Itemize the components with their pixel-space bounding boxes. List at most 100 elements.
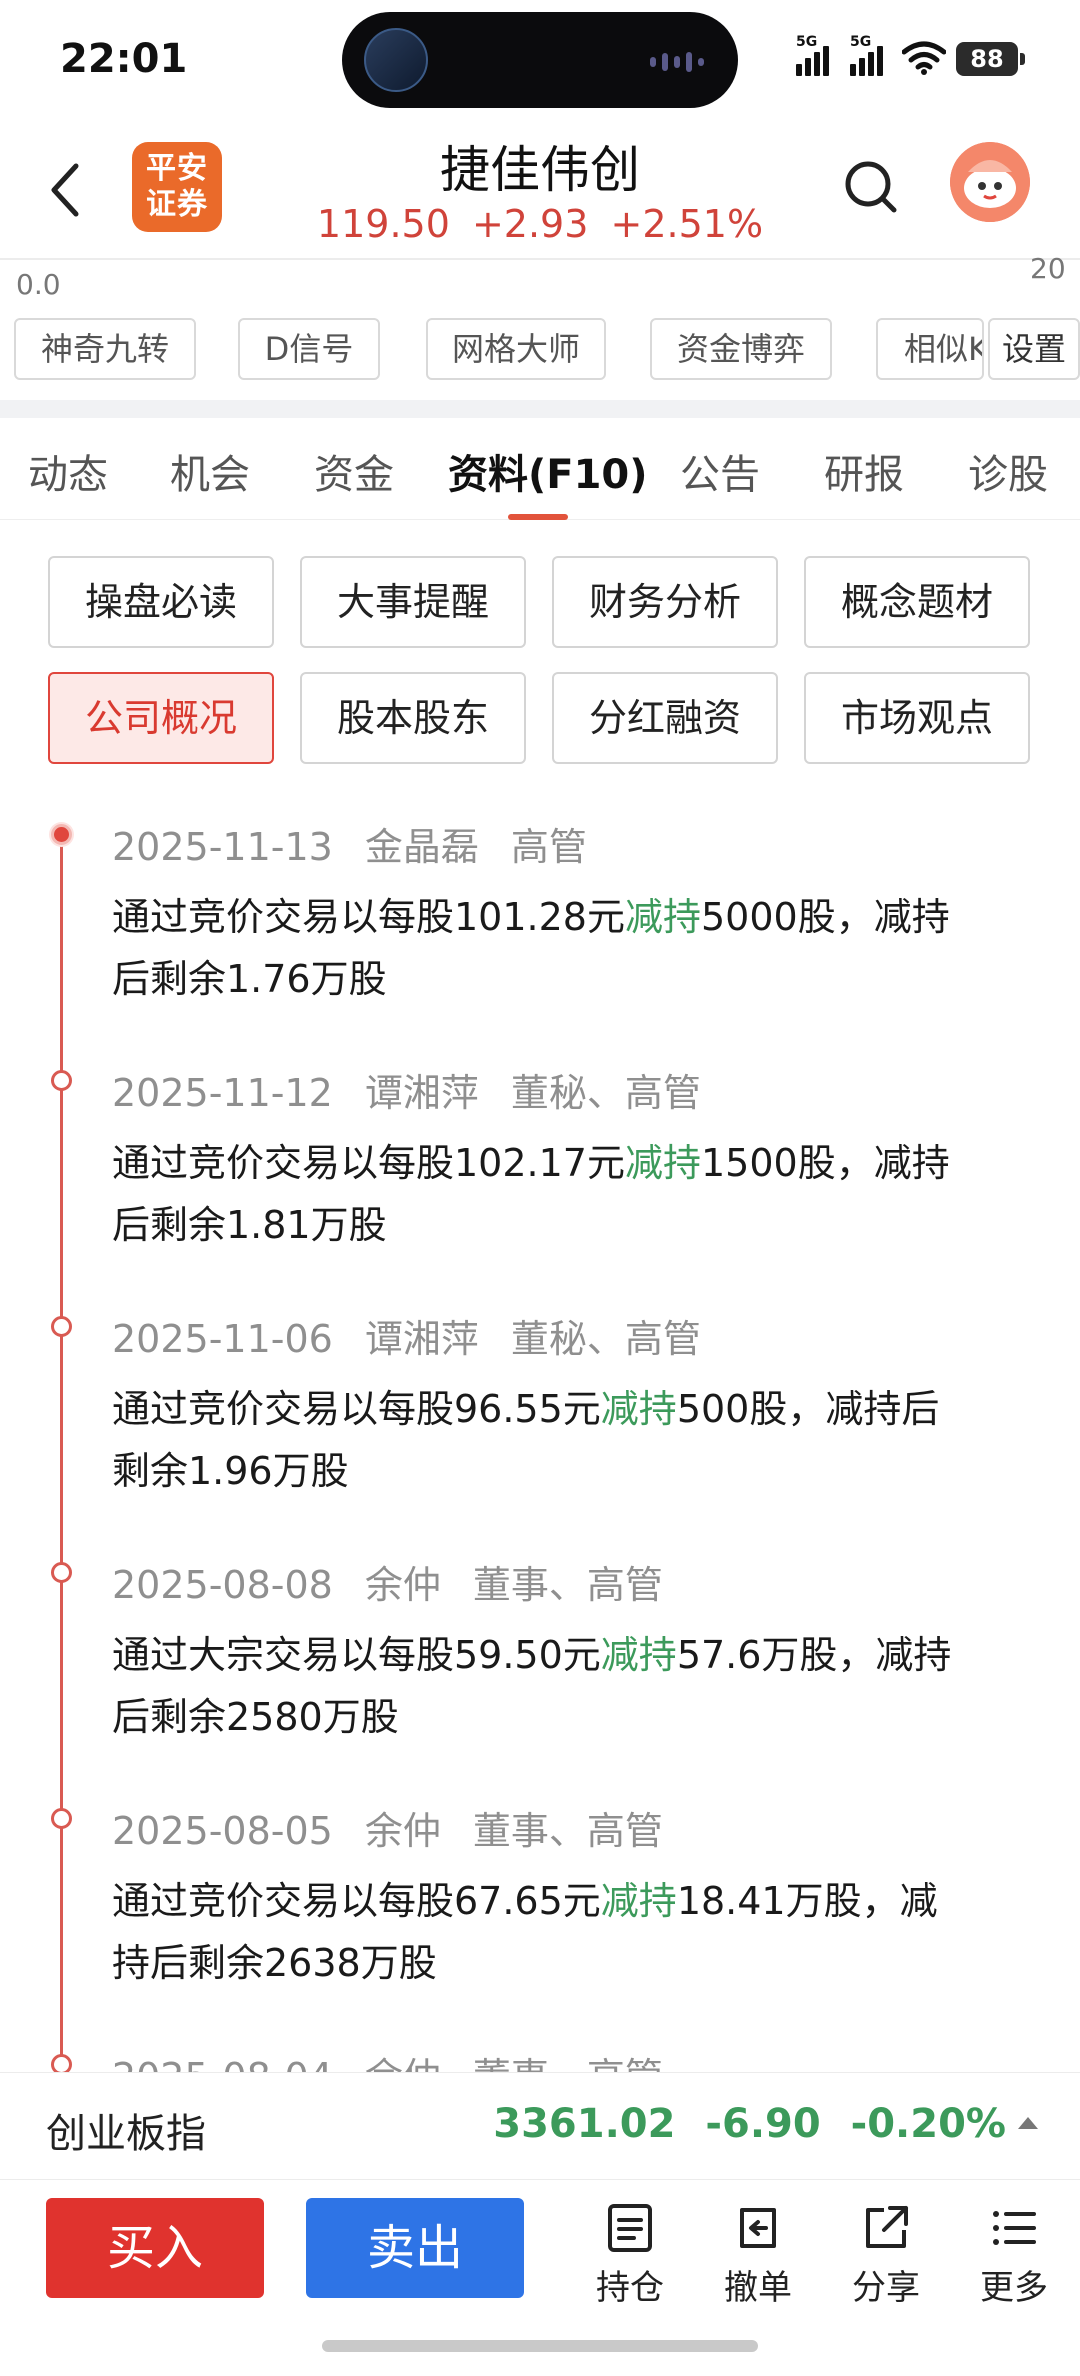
entry-text-pre: 通过竞价交易以每股96.55元 (112, 1387, 601, 1431)
chip-shenqi[interactable]: 神奇九转 (14, 318, 196, 380)
index-name: 创业板指 (46, 2111, 206, 2157)
signal-icon: 5G (796, 34, 829, 76)
entry-date: 2025-11-13 (112, 825, 333, 869)
media-thumbnail-icon[interactable] (364, 28, 428, 92)
entry-text-line2: 剩余1.96万股 (112, 1449, 349, 1493)
signal-label: 5G (796, 34, 818, 50)
entry-role: 董事、高管 (472, 1563, 663, 1607)
section-divider (0, 400, 1080, 418)
battery-icon: 88 (956, 42, 1025, 76)
entry-text-pre: 通过竞价交易以每股67.65元 (112, 1879, 601, 1923)
index-values: 3361.02 -6.90 -0.20% (493, 2101, 1006, 2147)
timeline-dot (51, 824, 72, 845)
logo-line-1: 平安 (146, 151, 208, 186)
chip-grid-master[interactable]: 网格大师 (426, 318, 606, 380)
assistant-avatar-icon (950, 142, 1030, 222)
subnav-market-views[interactable]: 市场观点 (804, 672, 1030, 764)
entry-role: 董事、高管 (472, 1809, 663, 1853)
entry-action: 减持 (600, 1879, 677, 1923)
chip-settings[interactable]: 设置 (988, 318, 1080, 380)
timeline-dot (51, 1808, 72, 1829)
more-label: 更多 (980, 2268, 1048, 2308)
chart-axis-left: 0.0 (16, 268, 61, 301)
expand-up-icon[interactable] (1018, 2117, 1038, 2129)
tab-announcements[interactable]: 公告 (680, 442, 760, 500)
timeline-meta: 2025-11-06 谭湘萍 董秘、高管 (112, 1308, 733, 1363)
stock-header: 平安 证券 捷佳伟创 119.50 +2.93 +2.51% (0, 120, 1080, 260)
indicator-chips: 神奇九转 D信号 网格大师 资金博弈 相似K 设置 (0, 318, 1080, 386)
entry-role: 高管 (510, 825, 587, 869)
entry-text-line2: 后剩余1.76万股 (112, 957, 387, 1001)
home-indicator[interactable] (322, 2340, 758, 2352)
subnav-major-events[interactable]: 大事提醒 (300, 556, 526, 648)
logo-line-2: 证券 (146, 187, 208, 222)
entry-person: 谭湘萍 (364, 1071, 479, 1115)
tab-diagnosis[interactable]: 诊股 (968, 442, 1048, 500)
entry-person: 余仲 (364, 1809, 441, 1853)
timeline-entry-text: 通过竞价交易以每股67.65元减持18.41万股，减 持后剩余2638万股 (112, 1870, 1012, 1994)
buy-button[interactable]: 买入 (46, 2198, 264, 2298)
active-tab-indicator (508, 514, 568, 520)
chart-baseline (0, 258, 1080, 260)
timeline-entry-text: 通过竞价交易以每股101.28元减持5000股，减持后剩余1.76万股 (112, 886, 1012, 1010)
broker-logo[interactable]: 平安 证券 (132, 142, 222, 232)
entry-text-post: 5000股，减持 (700, 895, 950, 939)
entry-date: 2025-08-08 (112, 1563, 333, 1607)
avatar[interactable] (950, 142, 1030, 222)
timeline-entry-text: 通过大宗交易以每股59.50元减持57.6万股，减持 后剩余2580万股 (112, 1624, 1012, 1748)
subnav-shareholders[interactable]: 股本股东 (300, 672, 526, 764)
timeline-entry-text: 通过竞价交易以每股102.17元减持1500股，减持 后剩余1.81万股 (112, 1132, 1012, 1256)
back-arrow-icon[interactable] (40, 158, 96, 222)
entry-date: 2025-11-06 (112, 1317, 333, 1361)
index-percent: -0.20% (850, 2101, 1006, 2147)
cancel-order-icon (740, 2208, 776, 2248)
sell-button[interactable]: 卖出 (306, 2198, 524, 2298)
subnav-dividends[interactable]: 分红融资 (552, 672, 778, 764)
chip-d-signal[interactable]: D信号 (238, 318, 380, 380)
position-button[interactable]: 持仓 (580, 2202, 680, 2309)
subnav-company-profile[interactable]: 公司概况 (48, 672, 274, 764)
index-change: -6.90 (705, 2101, 821, 2147)
audio-wave-icon (650, 52, 710, 72)
timeline-meta: 2025-08-08 余仲 董事、高管 (112, 1554, 695, 1609)
entry-role: 董秘、高管 (510, 1317, 701, 1361)
chip-similar-k[interactable]: 相似K (876, 318, 984, 380)
share-icon (866, 2206, 908, 2248)
timeline-dot (51, 1562, 72, 1583)
tab-f10[interactable]: 资料(F10) (448, 442, 648, 500)
subnav-concepts[interactable]: 概念题材 (804, 556, 1030, 648)
search-icon[interactable] (840, 156, 904, 220)
tab-funds[interactable]: 资金 (314, 442, 394, 500)
subnav-trading-guide[interactable]: 操盘必读 (48, 556, 274, 648)
more-button[interactable]: 更多 (964, 2202, 1064, 2309)
entry-date: 2025-11-12 (112, 1071, 333, 1115)
share-label: 分享 (852, 2268, 920, 2308)
tab-dynamic[interactable]: 动态 (28, 442, 108, 500)
entry-person: 余仲 (364, 1563, 441, 1607)
tab-research[interactable]: 研报 (824, 442, 904, 500)
entry-text-pre: 通过竞价交易以每股101.28元 (112, 895, 625, 939)
main-tabs: 动态 机会 资金 资料(F10) 公告 研报 诊股 (0, 430, 1080, 520)
entry-person: 金晶磊 (364, 825, 479, 869)
subnav-financial-analysis[interactable]: 财务分析 (552, 556, 778, 648)
tab-opportunity[interactable]: 机会 (170, 442, 250, 500)
entry-text-pre: 通过大宗交易以每股59.50元 (112, 1633, 601, 1677)
entry-action: 减持 (624, 1141, 701, 1185)
status-time: 22:01 (60, 36, 188, 82)
cancel-order-button[interactable]: 撤单 (708, 2202, 808, 2309)
signal-label-2: 5G (850, 34, 872, 50)
cancel-order-label: 撤单 (724, 2268, 792, 2308)
share-button[interactable]: 分享 (836, 2202, 936, 2309)
entry-text-post: 18.41万股，减 (676, 1879, 938, 1923)
entry-date: 2025-08-05 (112, 1809, 333, 1853)
entry-text-post: 57.6万股，减持 (676, 1633, 952, 1677)
entry-action: 减持 (600, 1387, 677, 1431)
entry-action: 减持 (624, 895, 701, 939)
chip-fund-game[interactable]: 资金博弈 (650, 318, 832, 380)
entry-text-post: 500股，减持后 (676, 1387, 940, 1431)
entry-role: 董秘、高管 (510, 1071, 701, 1115)
index-ticker-bar[interactable]: 创业板指 3361.02 -6.90 -0.20% (0, 2072, 1080, 2180)
timeline-dot (51, 1316, 72, 1337)
wifi-icon (902, 41, 946, 75)
timeline-dot (51, 1070, 72, 1091)
